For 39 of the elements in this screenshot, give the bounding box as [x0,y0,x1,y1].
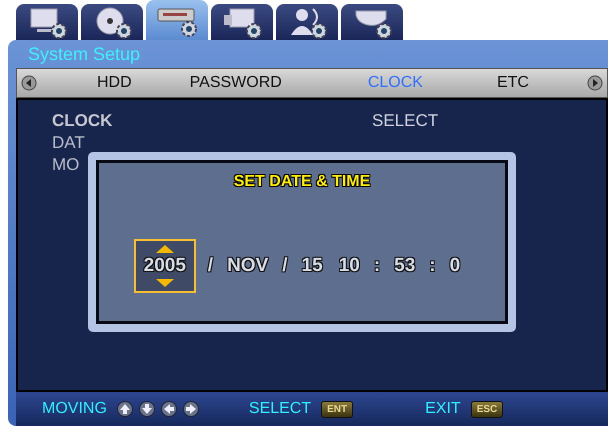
scroll-left-icon[interactable] [21,75,37,91]
up-arrow-icon[interactable] [154,244,175,253]
footer-label: SELECT [248,400,312,418]
category-tab[interactable] [211,4,273,40]
date-field[interactable]: NOV [225,255,270,277]
down-arrow-icon[interactable] [154,279,175,288]
separator: / [282,255,288,277]
date-field[interactable]: 53 [392,255,418,277]
window-title: System Setup [27,43,142,66]
footer-label: EXIT [425,400,461,418]
category-tab[interactable] [81,4,143,40]
spinner-field[interactable]: 2005 [134,239,196,293]
tab[interactable]: HDD [93,74,136,92]
date-field[interactable]: 0 [448,255,462,277]
tab[interactable]: PASSWORD [186,74,286,92]
tab[interactable]: CLOCK [364,74,427,92]
setting-value: SELECT [372,111,438,131]
setting-label: MO [52,155,80,175]
dialog-title: SET DATE & TIME [234,173,370,191]
key-label: ENT [321,400,354,418]
date-field[interactable]: 10 [336,255,362,277]
left-arrow-icon [160,401,177,417]
category-tab[interactable] [341,4,403,40]
setting-label: DAT [52,133,86,153]
up-arrow-icon [116,401,133,417]
category-tab[interactable] [16,4,78,40]
down-arrow-icon [138,401,155,417]
tab[interactable]: ETC [492,74,533,92]
date-field[interactable]: 15 [300,255,325,277]
separator: / [208,255,214,277]
category-tab[interactable] [146,0,208,40]
separator: : [374,255,380,277]
setting-label: CLOCK [52,111,114,131]
key-label: ESC [470,400,504,418]
separator: : [429,255,436,277]
scroll-right-icon[interactable] [587,75,603,91]
right-arrow-icon [182,401,199,417]
category-tab[interactable] [276,4,338,40]
footer-label: MOVING [42,400,107,418]
